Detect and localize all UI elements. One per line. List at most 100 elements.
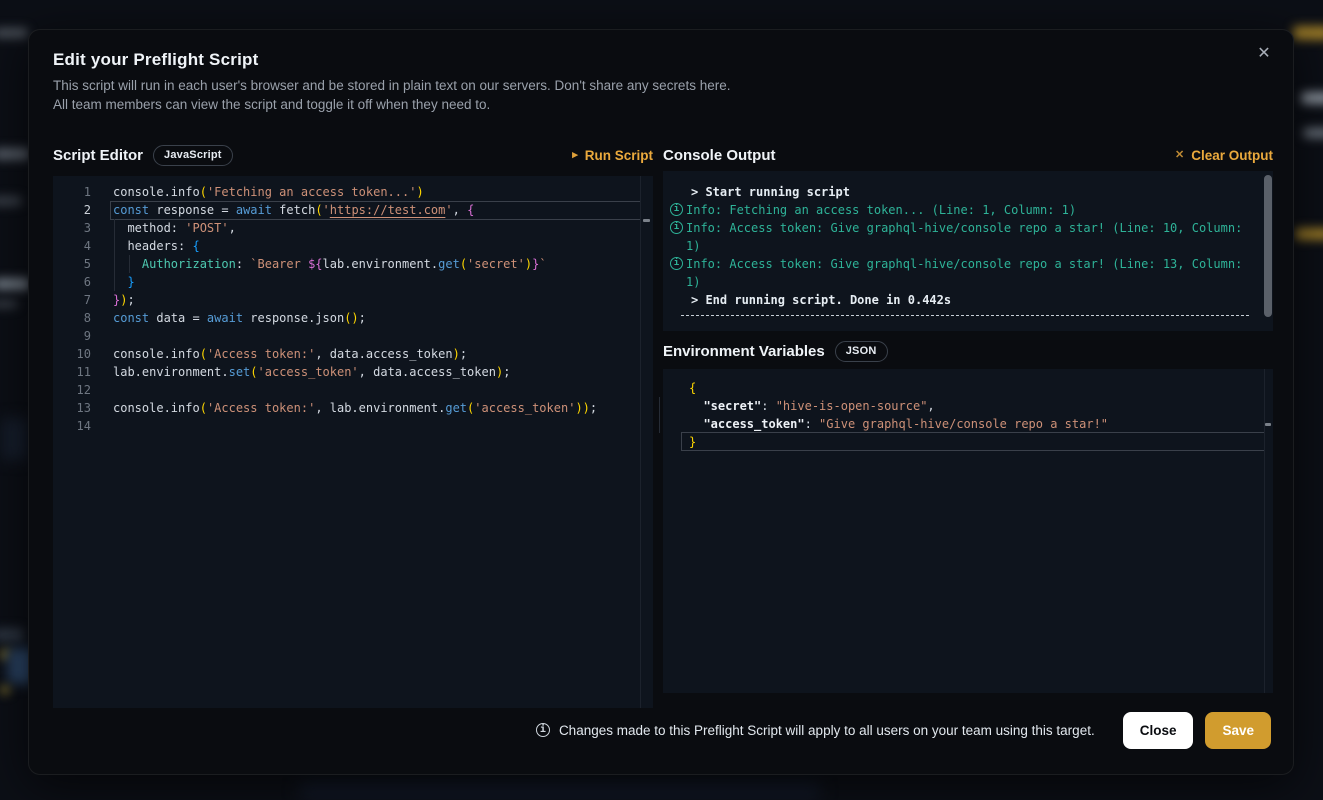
language-badge: JavaScript [153,145,233,166]
close-button[interactable]: Close [1123,712,1194,749]
console-scrollbar[interactable] [1263,171,1273,331]
code-line[interactable]: 2const response = await fetch('https://t… [53,201,653,219]
bg-blur-text [1293,26,1323,40]
code-line[interactable]: 1console.info('Fetching an access token.… [53,183,653,201]
console-entry-text: > End running script. Done in 0.442s [686,291,1261,309]
overview-ruler-mark [1265,423,1271,426]
code-line[interactable]: 11lab.environment.set('access_token', da… [53,363,653,381]
env-lines: { "secret": "hive-is-open-source", "acce… [689,379,1273,451]
bg-blur-text [1301,92,1323,104]
scrollbar-thumb[interactable] [1264,175,1272,317]
code-line[interactable]: 3 method: 'POST', [53,219,653,237]
console-entry-text: > Start running script [686,183,1261,201]
console-entry-text: Info: Fetching an access token... (Line:… [686,201,1261,219]
bg-blur-dot [0,686,10,694]
env-text: { [689,379,696,397]
code-text [91,417,113,435]
script-editor-title: Script Editor [53,147,143,164]
bg-blur-text [0,196,22,206]
code-text: lab.environment.set('access_token', data… [91,363,510,381]
env-line[interactable]: "access_token": "Give graphql-hive/conso… [689,415,1273,433]
info-circle-icon: i [670,203,683,216]
description-line: All team members can view the script and… [53,96,730,115]
modal-title: Edit your Preflight Script [53,50,258,70]
console-entry-text: Info: Access token: Give graphql-hive/co… [686,219,1261,255]
line-number: 8 [53,309,91,327]
code-text: console.info('Access token:', lab.enviro… [91,399,597,417]
code-text: console.info('Access token:', data.acces… [91,345,467,363]
console-entry: iInfo: Access token: Give graphql-hive/c… [663,255,1273,291]
info-icon: i [536,723,550,737]
play-icon: ▸ [572,150,578,161]
clear-output-label: Clear Output [1191,148,1273,163]
bg-blur-panel [2,418,28,460]
console-output-panel: i> Start running scriptiInfo: Fetching a… [663,171,1273,331]
console-separator [681,315,1249,316]
code-line[interactable]: 12 [53,381,653,399]
footer-notice: i Changes made to this Preflight Script … [536,723,1095,738]
line-number: 10 [53,345,91,363]
bg-blur-text [0,628,24,642]
env-line[interactable]: "secret": "hive-is-open-source", [689,397,1273,415]
env-text: "secret": "hive-is-open-source", [689,397,935,415]
code-text: Authorization: `Bearer ${lab.environment… [91,255,547,273]
editor-lines: 1console.info('Fetching an access token.… [53,183,653,435]
script-editor-panel[interactable]: 1console.info('Fetching an access token.… [53,176,653,708]
bg-blur-strip [300,782,820,800]
line-number: 13 [53,399,91,417]
clear-output-button[interactable]: ✕ Clear Output [1175,148,1273,163]
env-line[interactable]: } [689,433,1273,451]
env-variables-panel[interactable]: { "secret": "hive-is-open-source", "acce… [663,369,1273,693]
bg-blur-text [0,300,18,308]
code-line[interactable]: 10console.info('Access token:', data.acc… [53,345,653,363]
run-script-button[interactable]: ▸ Run Script [572,148,653,163]
code-line[interactable]: 7}); [53,291,653,309]
env-header: Environment Variables JSON [663,338,1273,364]
save-button[interactable]: Save [1205,712,1271,749]
code-text: headers: { [91,237,200,255]
console-title: Console Output [663,147,776,164]
console-entries: i> Start running scriptiInfo: Fetching a… [663,183,1273,309]
overview-ruler [1264,369,1265,693]
code-line[interactable]: 14 [53,417,653,435]
line-number: 6 [53,273,91,291]
bg-blur-text [0,278,30,290]
console-header: Console Output ✕ Clear Output [663,142,1273,168]
code-line[interactable]: 8const data = await response.json(); [53,309,653,327]
code-text: const data = await response.json(); [91,309,366,327]
console-entry: iInfo: Fetching an access token... (Line… [663,201,1273,219]
code-text: } [91,273,135,291]
code-line[interactable]: 5 Authorization: `Bearer ${lab.environme… [53,255,653,273]
line-number: 9 [53,327,91,345]
modal-footer: i Changes made to this Preflight Script … [53,711,1271,749]
bg-blur-text [1295,228,1323,240]
code-text [91,327,113,345]
footer-notice-text: Changes made to this Preflight Script wi… [559,723,1095,738]
code-line[interactable]: 4 headers: { [53,237,653,255]
description-line: This script will run in each user's brow… [53,77,730,96]
env-line[interactable]: { [689,379,1273,397]
close-icon[interactable]: ✕ [1253,43,1275,65]
bg-blur-text [1303,128,1323,138]
code-text [91,381,113,399]
console-entry: i> Start running script [663,183,1273,201]
code-text: }); [91,291,135,309]
code-text: console.info('Fetching an access token..… [91,183,424,201]
bg-blur-text [0,28,28,38]
json-badge: JSON [835,341,888,362]
line-number: 12 [53,381,91,399]
clear-icon: ✕ [1175,150,1184,161]
console-entry-text: Info: Access token: Give graphql-hive/co… [686,255,1261,291]
code-line[interactable]: 6 } [53,273,653,291]
line-number: 14 [53,417,91,435]
line-number: 1 [53,183,91,201]
bg-blur-text [0,148,30,160]
code-text: method: 'POST', [91,219,236,237]
overview-ruler-mark [643,219,650,222]
line-number: 3 [53,219,91,237]
line-number: 7 [53,291,91,309]
line-number: 11 [53,363,91,381]
info-circle-icon: i [670,221,683,234]
code-line[interactable]: 13console.info('Access token:', lab.envi… [53,399,653,417]
code-line[interactable]: 9 [53,327,653,345]
